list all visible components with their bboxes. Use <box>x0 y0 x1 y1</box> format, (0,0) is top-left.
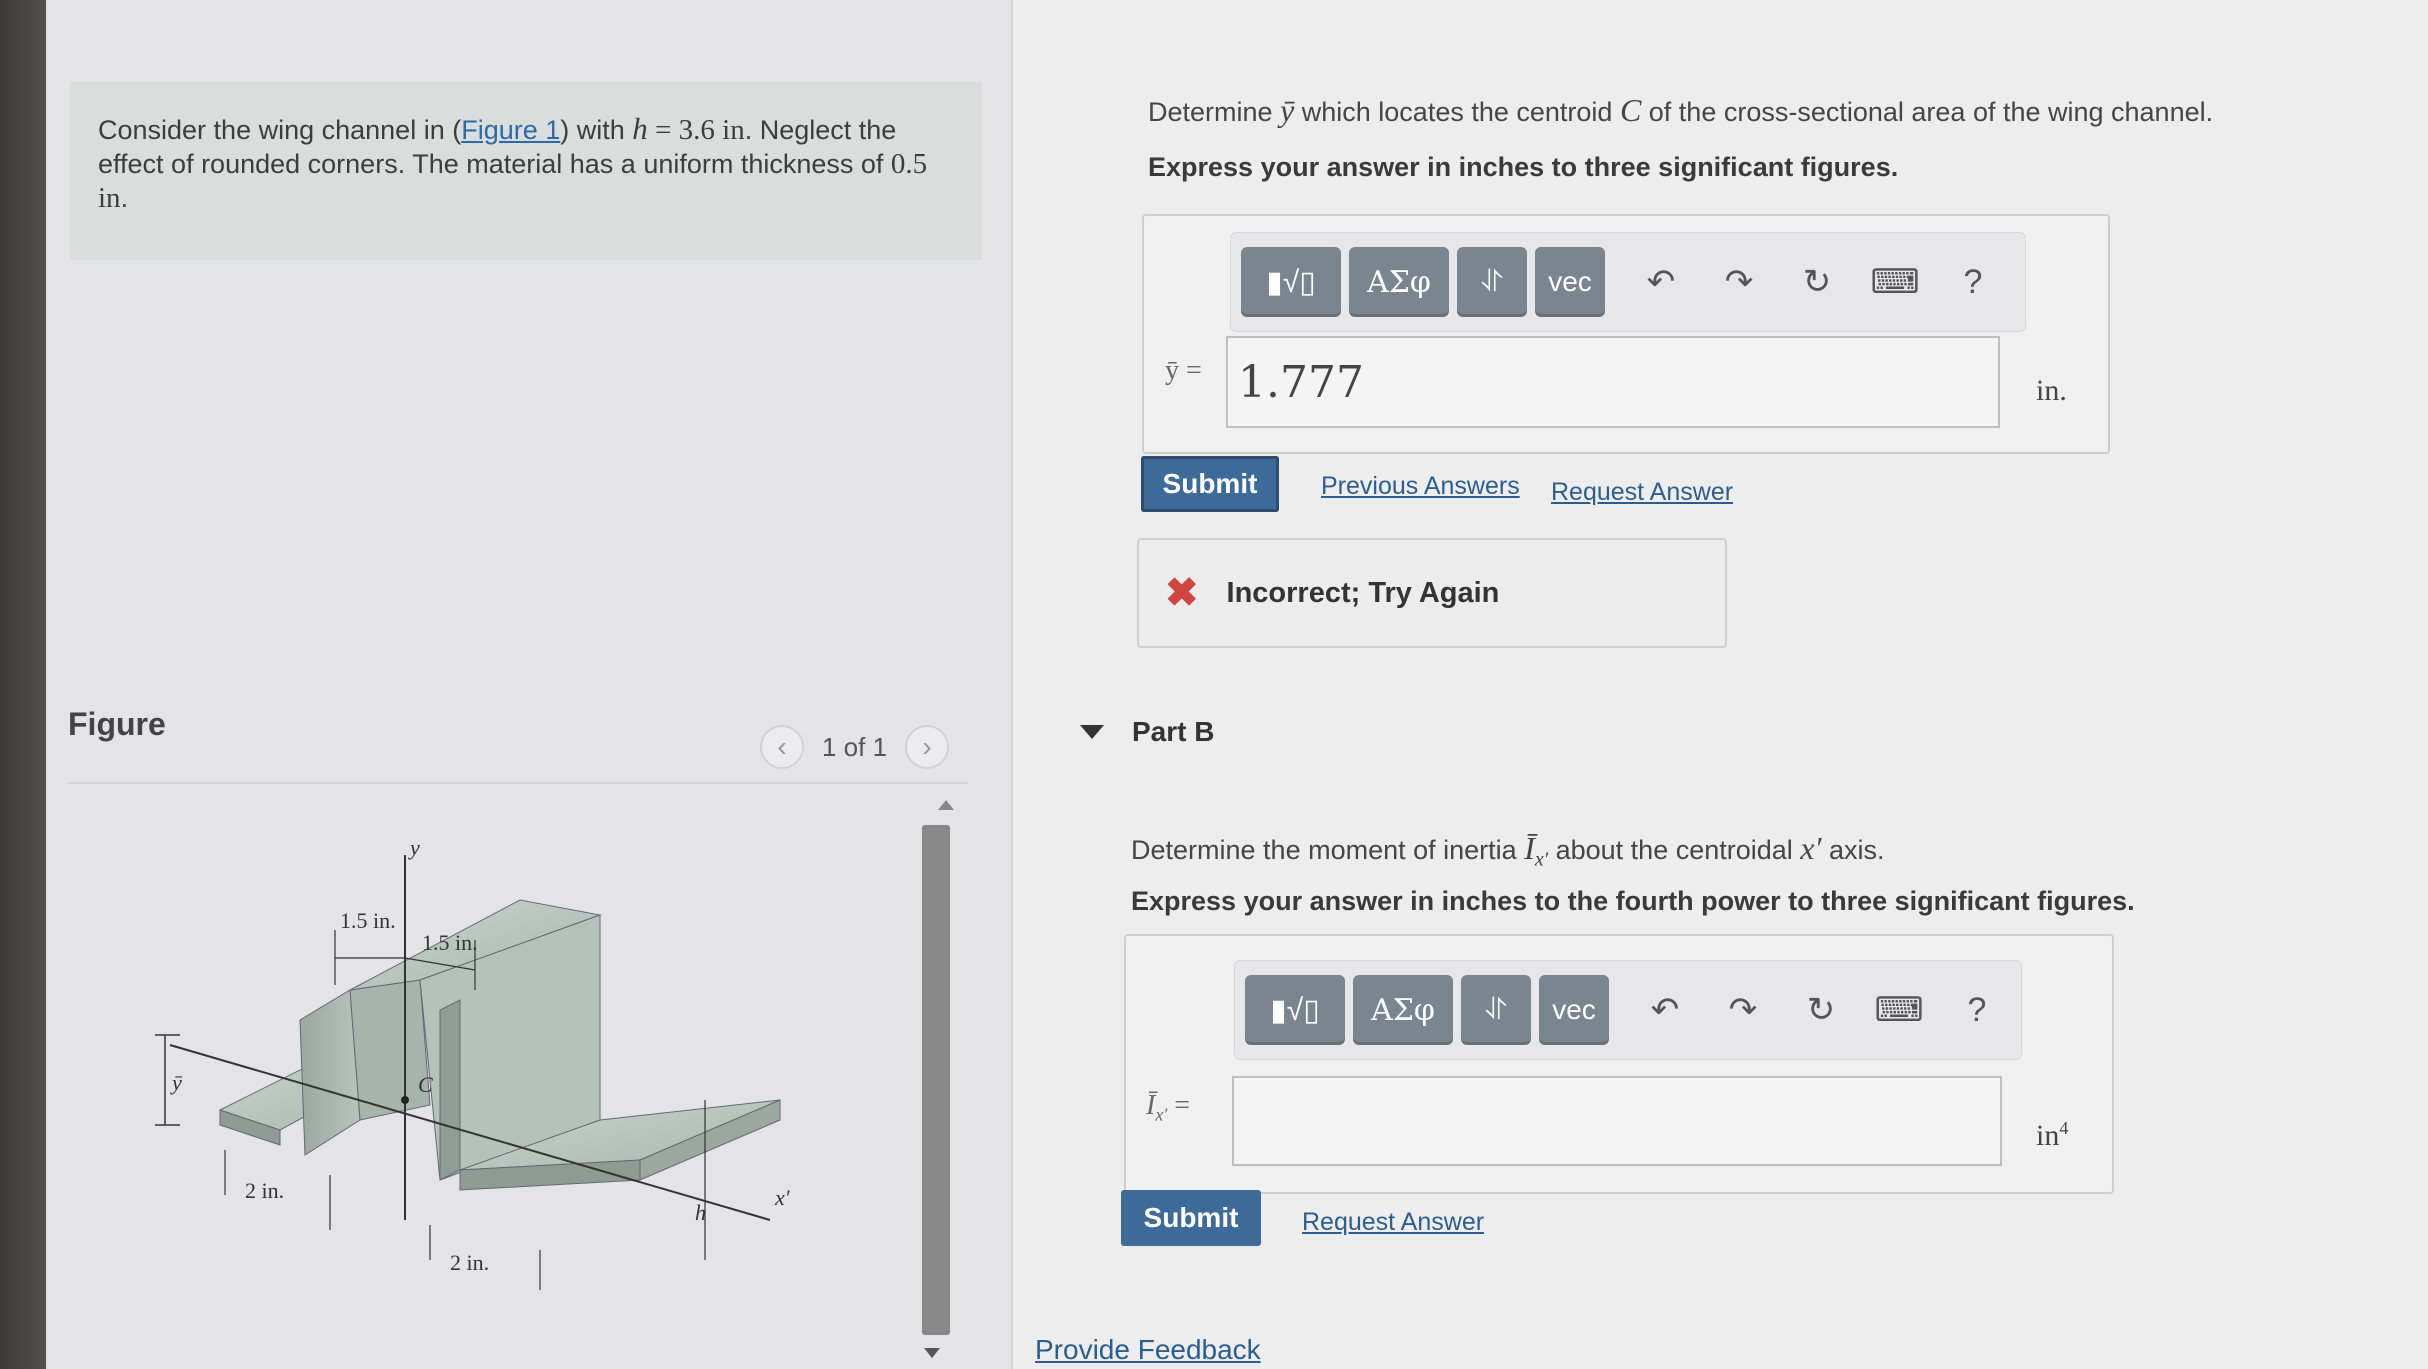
part-b-request-answer-link[interactable]: Request Answer <box>1302 1208 1484 1237</box>
subscript-button[interactable]: ⥯ <box>1457 247 1527 317</box>
part-a-variable-label: ȳ = <box>1165 355 1202 386</box>
x-prime-label: x′ <box>774 1185 791 1210</box>
part-a-instruction: Express your answer in inches to three s… <box>1148 152 1899 182</box>
part-a-request-answer-link[interactable]: Request Answer <box>1551 478 1733 507</box>
keyboard-icon[interactable]: ⌨ <box>1865 252 1925 312</box>
h-value: = 3.6 in <box>647 114 745 146</box>
problem-text: . <box>120 183 129 213</box>
dim-label-3: 2 in. <box>245 1178 284 1203</box>
wing-channel-drawing: y 1.5 in. 1.5 in. C ȳ 2 in. 2 in. h x′ <box>155 835 791 1290</box>
i-subscript: x′ <box>1534 848 1549 871</box>
part-b-answer-input[interactable] <box>1232 1076 2002 1166</box>
unit-base: in <box>2036 1119 2060 1152</box>
part-b-question: Determine the moment of inertia Īx′ abou… <box>1131 830 1885 871</box>
screen-bezel <box>0 0 46 1369</box>
x-prime-symbol: x′ <box>1800 830 1822 866</box>
subscript-button[interactable]: ⥯ <box>1461 975 1531 1045</box>
wing-channel-figure: y 1.5 in. 1.5 in. C ȳ 2 in. 2 in. h x′ <box>140 820 840 1320</box>
unit-exponent: 4 <box>2059 1118 2069 1138</box>
y-axis-label: y <box>408 835 420 860</box>
greek-symbols-button[interactable]: ΑΣφ <box>1349 247 1449 317</box>
ybar-symbol: ȳ <box>1280 92 1295 128</box>
dim-label-2: 1.5 in. <box>422 930 478 955</box>
reset-icon[interactable]: ↻ <box>1791 980 1851 1040</box>
template-button[interactable]: ▮√▯ <box>1241 247 1341 317</box>
figure-link[interactable]: Figure 1 <box>461 115 560 145</box>
help-button[interactable]: ? <box>1943 252 2003 312</box>
question-text: of the cross-sectional area of the wing … <box>1641 97 2214 127</box>
problem-statement: Consider the wing channel in (Figure 1) … <box>70 82 982 260</box>
x-mark-icon: ✖ <box>1165 571 1199 615</box>
reset-icon[interactable]: ↻ <box>1787 252 1847 312</box>
scroll-up-arrow-icon[interactable] <box>938 800 954 810</box>
problem-text: ) with <box>560 115 633 145</box>
previous-answers-link[interactable]: Previous Answers <box>1321 472 1520 501</box>
part-a-question: Determine ȳ which locates the centroid C… <box>1148 92 2213 129</box>
part-a-math-toolbar: ▮√▯ ΑΣφ ⥯ vec ↶ ↷ ↻ ⌨ ? <box>1230 232 2026 332</box>
question-text: Determine <box>1148 97 1281 127</box>
question-text: Determine the moment of inertia <box>1131 835 1525 865</box>
i-subscript: x′ <box>1155 1104 1168 1125</box>
dim-label-4: 2 in. <box>450 1250 489 1275</box>
help-button[interactable]: ? <box>1947 980 2007 1040</box>
part-b-title: Part B <box>1132 716 1215 747</box>
part-a-submit-button[interactable]: Submit <box>1141 456 1279 512</box>
question-text: axis. <box>1821 835 1885 865</box>
template-icon: ▮√▯ <box>1266 265 1316 299</box>
incorrect-feedback: ✖ Incorrect; Try Again <box>1137 538 1727 648</box>
greek-symbols-button[interactable]: ΑΣφ <box>1353 975 1453 1045</box>
centroid-label: C <box>418 1072 433 1097</box>
equals-sign: = <box>1167 1090 1191 1121</box>
question-text: which locates the centroid <box>1294 97 1620 127</box>
figure-heading: Figure <box>68 706 166 742</box>
part-b-instruction: Express your answer in inches to the fou… <box>1131 886 2135 916</box>
vector-button[interactable]: vec <box>1539 975 1609 1045</box>
h-symbol: h <box>632 111 648 146</box>
part-b-unit: in4 <box>2036 1118 2068 1153</box>
keyboard-icon[interactable]: ⌨ <box>1869 980 1929 1040</box>
chevron-right-icon[interactable]: › <box>905 725 950 769</box>
undo-icon[interactable]: ↶ <box>1635 980 1695 1040</box>
figure-scrollbar[interactable] <box>922 825 950 1335</box>
vector-button[interactable]: vec <box>1535 247 1605 317</box>
part-b-submit-button[interactable]: Submit <box>1121 1190 1261 1246</box>
part-a-unit: in. <box>2036 374 2067 407</box>
feedback-text: Incorrect; Try Again <box>1226 576 1500 609</box>
collapse-triangle-icon <box>1080 725 1104 739</box>
scroll-down-arrow-icon[interactable] <box>924 1348 940 1358</box>
dim-label-1: 1.5 in. <box>340 908 396 933</box>
problem-text: Consider the wing channel in ( <box>98 115 462 145</box>
figure-pager: ‹ 1 of 1 › <box>760 722 960 772</box>
chevron-left-icon[interactable]: ‹ <box>760 725 804 769</box>
part-b-math-toolbar: ▮√▯ ΑΣφ ⥯ vec ↶ ↷ ↻ ⌨ ? <box>1234 960 2022 1060</box>
ybar-label: ȳ <box>170 1070 183 1095</box>
c-symbol: C <box>1619 92 1642 128</box>
part-b-header[interactable]: Part B <box>1080 716 1214 748</box>
i-symbol: Ī <box>1524 830 1535 866</box>
template-button[interactable]: ▮√▯ <box>1245 975 1345 1045</box>
provide-feedback-link[interactable]: Provide Feedback <box>1035 1334 1261 1366</box>
template-icon: ▮√▯ <box>1270 993 1320 1027</box>
h-label: h <box>695 1200 706 1225</box>
redo-icon[interactable]: ↷ <box>1709 252 1769 312</box>
redo-icon[interactable]: ↷ <box>1713 980 1773 1040</box>
figure-divider <box>68 782 968 784</box>
part-a-answer-input[interactable]: 1.777 <box>1226 336 2000 428</box>
undo-icon[interactable]: ↶ <box>1631 252 1691 312</box>
question-text: about the centroidal <box>1548 835 1801 865</box>
pager-text: 1 of 1 <box>822 731 888 762</box>
i-symbol: Ī <box>1146 1090 1156 1121</box>
part-b-variable-label: Īx′ = <box>1146 1090 1190 1126</box>
